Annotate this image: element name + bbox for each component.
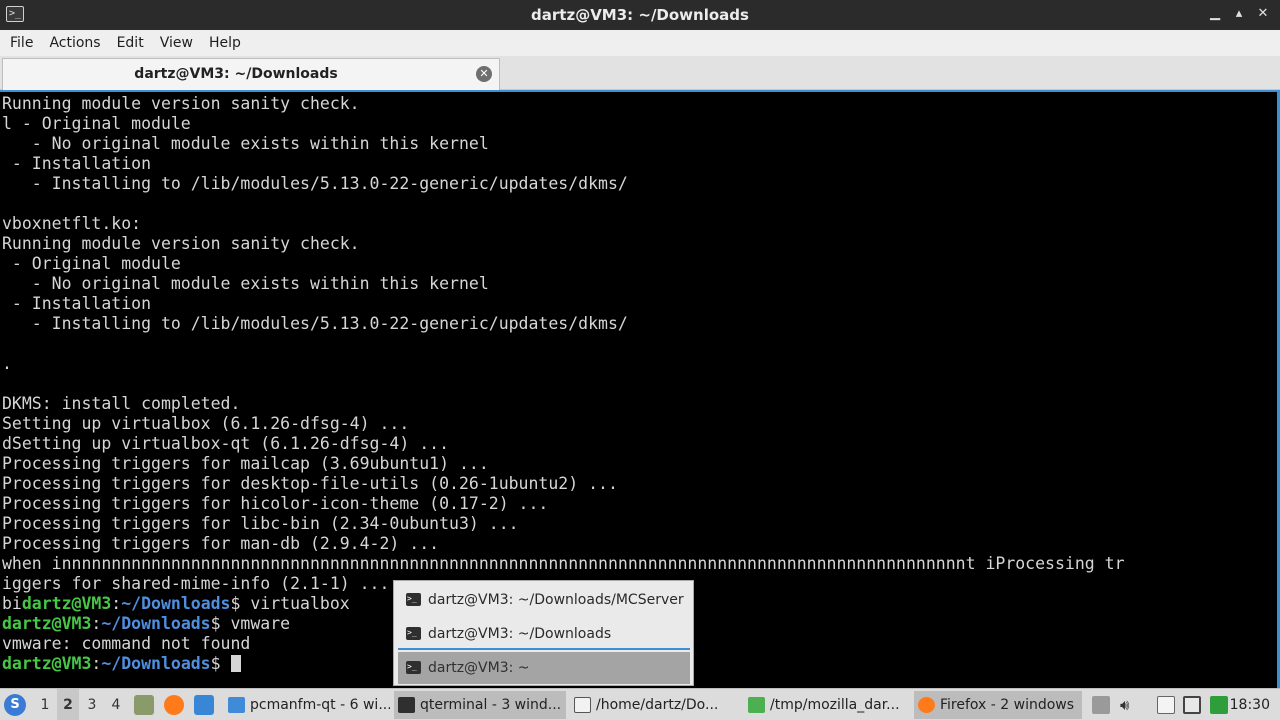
close-icon[interactable]: ✕ [1254, 5, 1272, 23]
output-line: Setting up virtualbox (6.1.26-dfsg-4) ..… [2, 414, 410, 433]
output-line: . [2, 354, 12, 373]
window-list-popup: >_ dartz@VM3: ~/Downloads/MCServer >_ da… [393, 580, 694, 686]
output-line: Running module version sanity check. [2, 94, 360, 113]
output-line: - Installation [2, 294, 152, 313]
task-label: Firefox - 2 windows [940, 697, 1075, 713]
menu-actions[interactable]: Actions [43, 30, 106, 56]
menu-file[interactable]: File [4, 30, 39, 56]
output-line: - Installing to /lib/modules/5.13.0-22-g… [2, 314, 628, 333]
task-label: /home/dartz/Do... [596, 697, 719, 713]
prompt-prefix: bi [2, 594, 22, 613]
popup-item-mcserver[interactable]: >_ dartz@VM3: ~/Downloads/MCServer [398, 584, 690, 616]
taskbar: S 1 2 3 4 pcmanfm-qt - 6 wi... qterminal… [0, 688, 1280, 720]
output-line: - Installation [2, 154, 152, 173]
text-editor-icon [574, 697, 591, 713]
network-icon[interactable] [1183, 696, 1201, 714]
prompt-separator: : [91, 654, 102, 673]
terminal-icon: >_ [406, 661, 421, 674]
window-title: dartz@VM3: ~/Downloads [531, 6, 749, 24]
prompt-path: ~/Downloads [101, 614, 211, 633]
file-manager-icon[interactable] [134, 695, 154, 715]
terminal-icon: >_ [406, 593, 421, 606]
workspace-3[interactable]: 3 [81, 689, 103, 720]
prompt-user: dartz@VM3 [2, 654, 92, 673]
prompt-command: virtualbox [250, 594, 350, 613]
output-line: when innnnnnnnnnnnnnnnnnnnnnnnnnnnnnnnnn… [2, 554, 1125, 573]
output-line: Processing triggers for mailcap (3.69ubu… [2, 454, 489, 473]
prompt-separator: : [91, 614, 102, 633]
menu-edit[interactable]: Edit [111, 30, 150, 56]
tab-downloads[interactable]: dartz@VM3: ~/Downloads ✕ [2, 58, 500, 90]
tab-bar: dartz@VM3: ~/Downloads ✕ [0, 56, 1280, 90]
minimize-icon[interactable]: ▁ [1206, 5, 1224, 23]
output-line: DKMS: install completed. [2, 394, 241, 413]
clock: 18:30 [1229, 697, 1270, 713]
prompt-user: dartz@VM3 [2, 614, 92, 633]
task-qterminal[interactable]: qterminal - 3 wind... [394, 691, 566, 719]
task-label: qterminal - 3 wind... [420, 697, 562, 713]
desktop-icon[interactable] [194, 695, 214, 715]
output-line: Processing triggers for desktop-file-uti… [2, 474, 618, 493]
clipboard-icon[interactable] [1092, 696, 1110, 714]
output-line: - No original module exists within this … [2, 274, 489, 293]
output-line: - Original module [2, 254, 181, 273]
prompt-symbol: $ [210, 654, 231, 673]
terminal-icon: >_ [406, 627, 421, 640]
archive-icon [748, 697, 765, 713]
popup-item-home[interactable]: >_ dartz@VM3: ~ [398, 652, 690, 684]
task-text-editor[interactable]: /home/dartz/Do... [570, 691, 738, 719]
popup-item-label: dartz@VM3: ~/Downloads [428, 626, 612, 642]
output-line: vboxnetflt.ko: [2, 214, 142, 233]
terminal-icon [398, 697, 415, 713]
task-pcmanfm[interactable]: pcmanfm-qt - 6 wi... [224, 691, 390, 719]
close-circle-icon[interactable]: ✕ [476, 66, 492, 82]
output-line: - Installing to /lib/modules/5.13.0-22-g… [2, 174, 628, 193]
start-menu-icon[interactable]: S [4, 694, 26, 716]
text-cursor [230, 655, 241, 672]
menubar: File Actions Edit View Help [0, 30, 1280, 56]
prompt-user: dartz@VM3 [21, 594, 112, 613]
task-firefox[interactable]: Firefox - 2 windows [914, 691, 1082, 719]
prompt-separator: : [111, 594, 122, 613]
updates-icon[interactable] [1210, 696, 1228, 714]
folder-icon [228, 697, 245, 713]
output-line: Processing triggers for hicolor-icon-the… [2, 494, 549, 513]
prompt-command: vmware [230, 614, 291, 633]
prompt-symbol: $ [210, 614, 231, 633]
task-label: /tmp/mozilla_dar... [770, 697, 900, 713]
popup-item-label: dartz@VM3: ~/Downloads/MCServer [428, 592, 684, 608]
volume-icon[interactable]: 🔊︎ [1120, 696, 1138, 714]
window-titlebar: >_ dartz@VM3: ~/Downloads ▁ ▴ ✕ [0, 0, 1280, 30]
workspace-4[interactable]: 4 [105, 689, 127, 720]
menu-view[interactable]: View [154, 30, 199, 56]
popup-item-label: dartz@VM3: ~ [428, 660, 530, 676]
workspace-1[interactable]: 1 [34, 689, 56, 720]
maximize-icon[interactable]: ▴ [1230, 5, 1248, 23]
firefox-icon[interactable] [164, 695, 184, 715]
output-line: dSetting up virtualbox-qt (6.1.26-dfsg-4… [2, 434, 450, 453]
output-line: - No original module exists within this … [2, 134, 489, 153]
tab-label: dartz@VM3: ~/Downloads [134, 66, 338, 82]
firefox-icon [918, 697, 935, 713]
prompt-path: ~/Downloads [121, 594, 231, 613]
output-line: Running module version sanity check. [2, 234, 360, 253]
workspace-2[interactable]: 2 [57, 689, 79, 720]
task-archive[interactable]: /tmp/mozilla_dar... [744, 691, 912, 719]
output-line: Processing triggers for man-db (2.9.4-2)… [2, 534, 440, 553]
file-icon[interactable] [1157, 696, 1175, 714]
output-line: Processing triggers for libc-bin (2.34-0… [2, 514, 519, 533]
output-line: l - Original module [2, 114, 191, 133]
window-controls: ▁ ▴ ✕ [1206, 5, 1272, 23]
menu-help[interactable]: Help [203, 30, 247, 56]
task-label: pcmanfm-qt - 6 wi... [250, 697, 390, 713]
prompt-symbol: $ [230, 594, 251, 613]
prompt-path: ~/Downloads [101, 654, 211, 673]
popup-item-downloads[interactable]: >_ dartz@VM3: ~/Downloads [398, 618, 690, 650]
